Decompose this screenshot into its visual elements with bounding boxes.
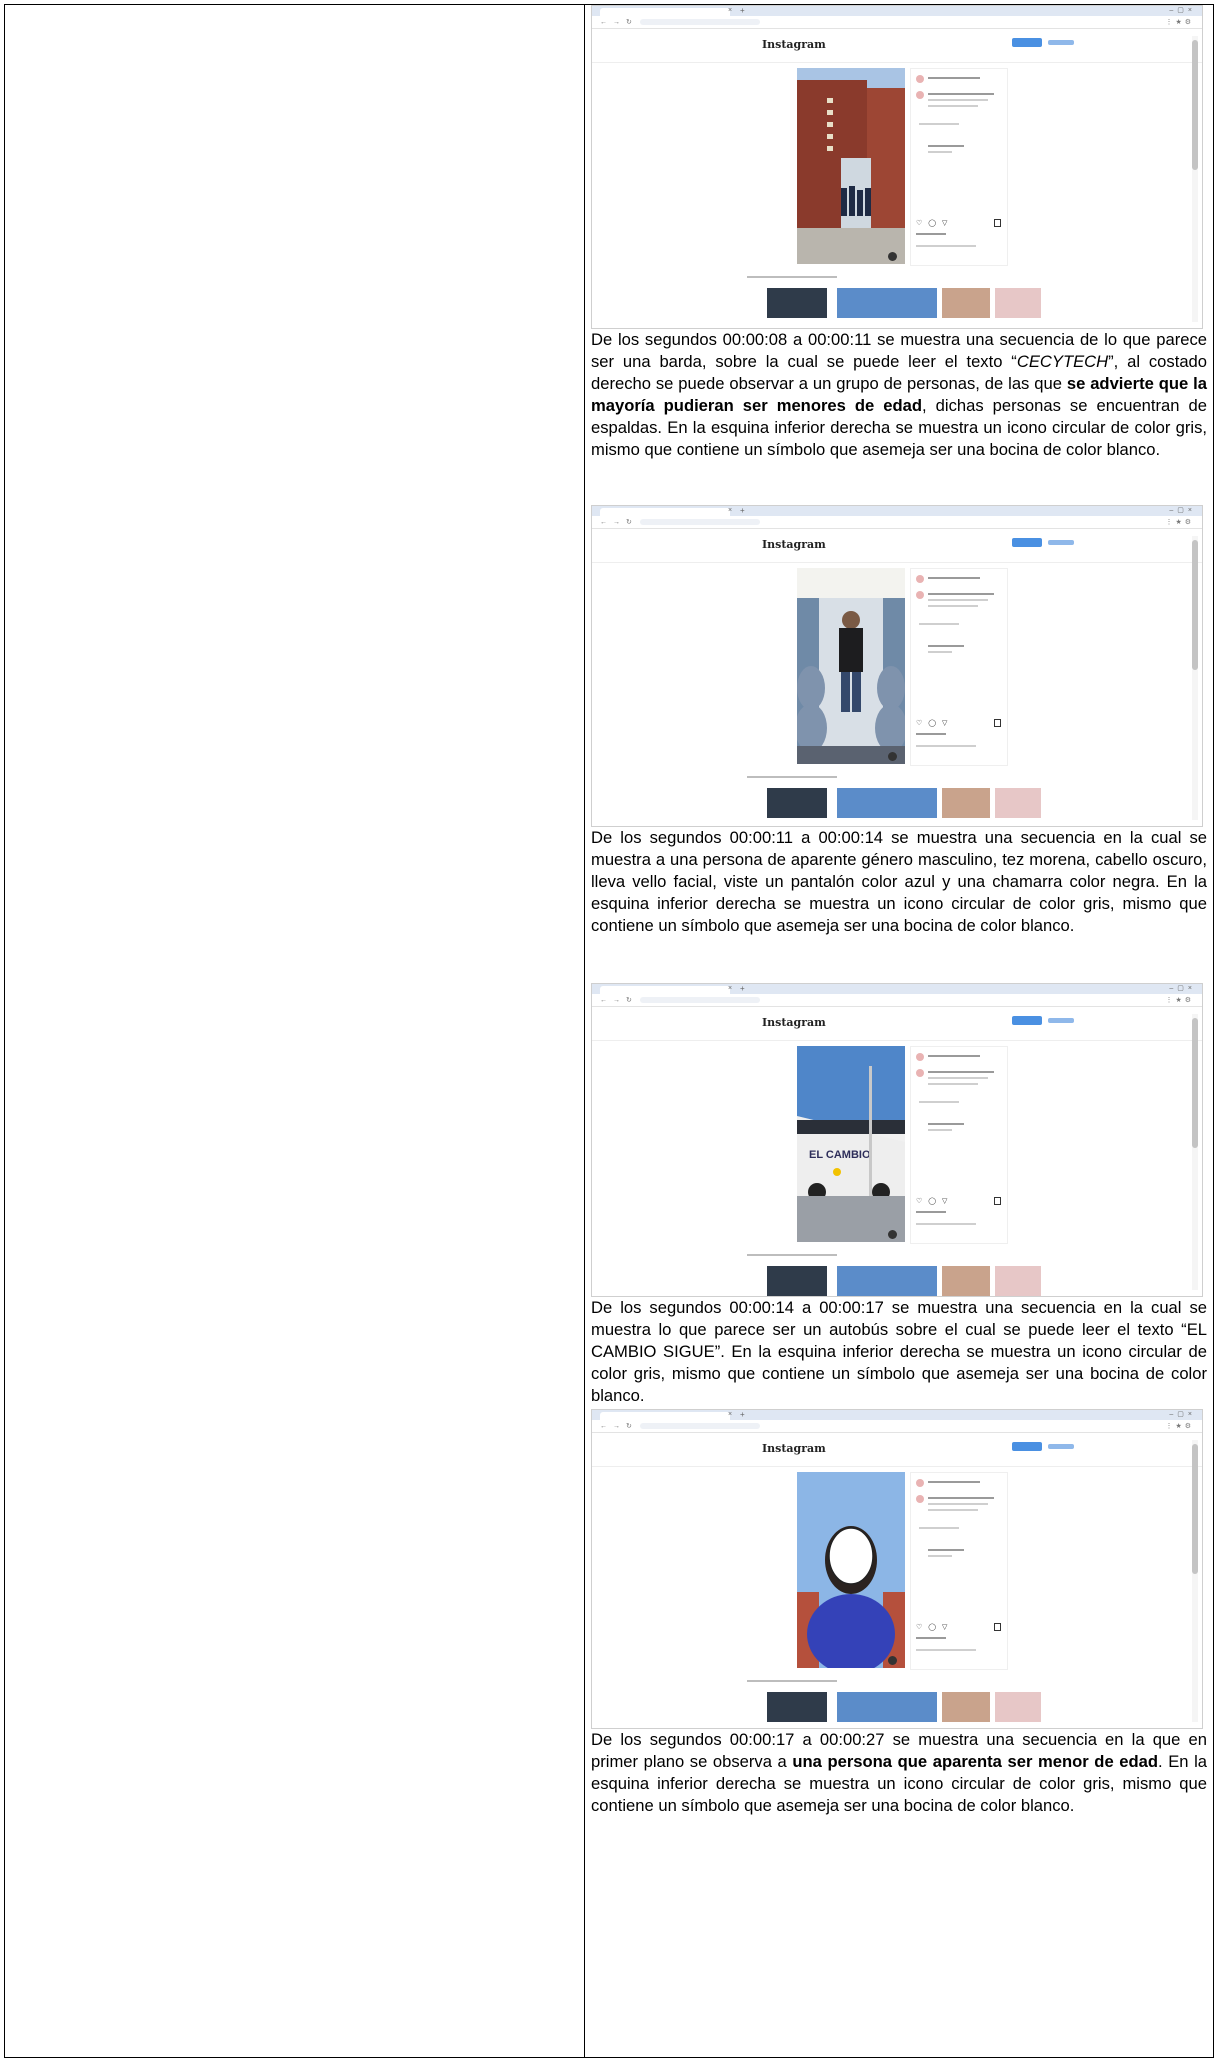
signup-link — [1048, 40, 1074, 45]
speaker-icon — [888, 1656, 897, 1665]
screenshot-1: × + –▢× ←→↻ ⋮★⚙ Instagram ♡ ◯ ▽ — [591, 5, 1203, 329]
speaker-icon — [888, 252, 897, 261]
signup-link — [1048, 540, 1074, 545]
speaker-icon — [888, 1230, 897, 1239]
post-action-icons: ♡ ◯ ▽ — [916, 720, 950, 727]
signup-link — [1048, 1018, 1074, 1023]
bus-text: EL CAMBIO — [809, 1149, 871, 1161]
video-frame-bus-exterior: EL CAMBIO — [797, 1046, 905, 1242]
post-sidebar: ♡ ◯ ▽ — [910, 568, 1008, 766]
bookmark-icon — [994, 219, 1001, 227]
screenshot-2: × + –▢× ←→↻ ⋮★⚙ Instagram ♡ ◯ ▽ — [591, 505, 1203, 827]
site-logo: Instagram — [762, 38, 826, 51]
post-action-icons: ♡ ◯ ▽ — [916, 1198, 950, 1205]
post-sidebar: ♡ ◯ ▽ — [910, 1472, 1008, 1670]
post-action-icons: ♡ ◯ ▽ — [916, 220, 950, 227]
thumbnail-strip — [747, 788, 1047, 818]
evidence-column: × + –▢× ←→↻ ⋮★⚙ Instagram ♡ ◯ ▽ De los s… — [585, 5, 1213, 1817]
login-button — [1012, 1016, 1042, 1025]
thumbnail-strip — [747, 288, 1047, 318]
bookmark-icon — [994, 719, 1001, 727]
post-sidebar: ♡ ◯ ▽ — [910, 68, 1008, 266]
site-logo: Instagram — [762, 1442, 826, 1455]
screenshot-4: × + –▢× ←→↻ ⋮★⚙ Instagram ♡ ◯ ▽ — [591, 1409, 1203, 1729]
screenshot-3: × + –▢× ←→↻ ⋮★⚙ Instagram EL CAMBIO ♡ ◯ … — [591, 983, 1203, 1297]
login-button — [1012, 1442, 1042, 1451]
site-logo: Instagram — [762, 538, 826, 551]
video-frame-wall — [797, 68, 905, 264]
video-frame-person — [797, 1472, 905, 1668]
bookmark-icon — [994, 1197, 1001, 1205]
post-sidebar: ♡ ◯ ▽ — [910, 1046, 1008, 1244]
video-frame-bus-interior — [797, 568, 905, 764]
thumbnail-strip — [747, 1692, 1047, 1722]
signup-link — [1048, 1444, 1074, 1449]
speaker-icon — [888, 752, 897, 761]
login-button — [1012, 538, 1042, 547]
site-logo: Instagram — [762, 1016, 826, 1029]
bookmark-icon — [994, 1623, 1001, 1631]
login-button — [1012, 38, 1042, 47]
entry-description-3: De los segundos 00:00:14 a 00:00:17 se m… — [591, 1298, 1207, 1405]
post-action-icons: ♡ ◯ ▽ — [916, 1624, 950, 1631]
entry-description-2: De los segundos 00:00:11 a 00:00:14 se m… — [591, 828, 1207, 935]
thumbnail-strip — [747, 1266, 1047, 1296]
entry-description-4: De los segundos 00:00:17 a 00:00:27 se m… — [591, 1730, 1208, 1815]
entry-description-1: De los segundos 00:00:08 a 00:00:11 se m… — [591, 330, 1208, 459]
